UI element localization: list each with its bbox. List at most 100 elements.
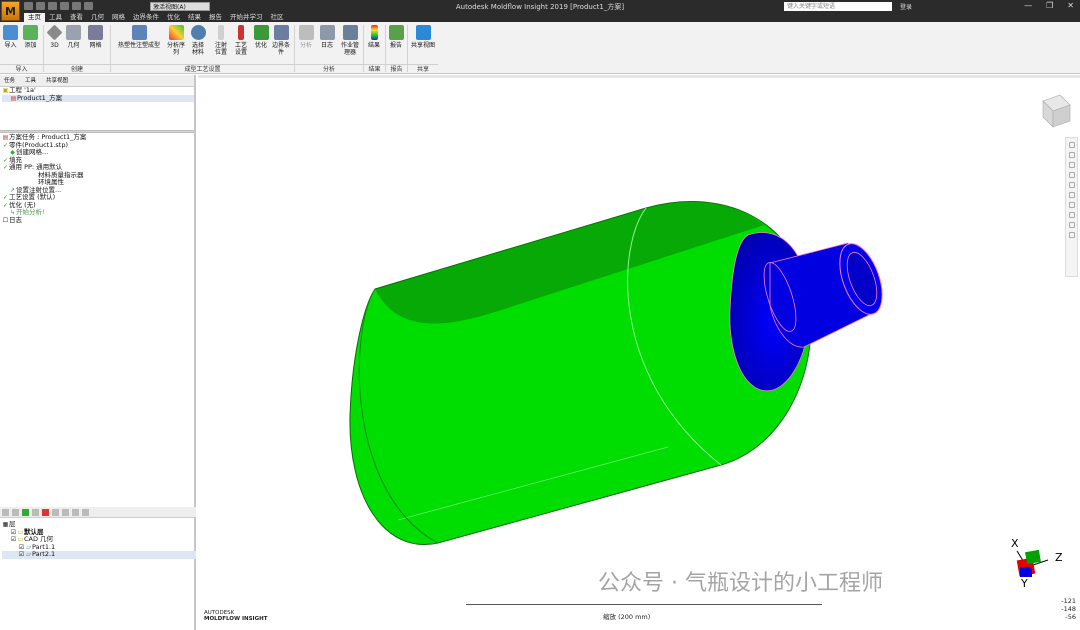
tab-view[interactable]: 查看 [66,13,87,22]
checkbox-checked-icon[interactable]: ☑ [10,536,17,544]
group-report: 报告 [386,64,407,74]
group-create: 创建 [44,64,110,74]
group-analysis: 分析 [295,64,363,74]
tab-home[interactable]: 主页 [24,13,45,22]
show-labels-icon[interactable] [72,508,79,516]
expand-layer-icon[interactable] [52,508,59,516]
project-tree: ▣ 工程 '1a' ▤ Product1_方案 [0,86,194,102]
tab-tools-panel[interactable]: 工具 [25,75,36,86]
group-import: 导入 [0,64,43,74]
analyze-button[interactable]: 分析 [298,25,314,49]
share-view-button[interactable]: 共享视图 [410,25,436,49]
tab-community[interactable]: 社区 [267,13,288,22]
measure-icon[interactable] [1068,232,1075,238]
task-material[interactable]: ✓ 通用 PP: 通用默认 [2,163,194,172]
remove-layer-icon[interactable] [42,508,49,516]
process-settings-icon [238,25,244,40]
tab-tools[interactable]: 工具 [45,13,66,22]
3d-button[interactable]: 3D [46,24,63,49]
brand-logo: AUTODESK MOLDFLOW INSIGHT [204,610,268,622]
mesh-icon [88,25,103,40]
scale-bar [466,595,822,605]
job-manager-button[interactable]: 作业管理器 [339,25,361,56]
checkbox-checked-icon[interactable]: ☑ [10,529,17,537]
new-layer-icon[interactable] [2,508,9,516]
import-button[interactable]: 导入 [3,25,18,49]
task-start-analysis[interactable]: ↳ 开始分析! [2,208,194,217]
task-create-mesh[interactable]: ◆ 创建网格... [2,148,194,157]
tab-geometry[interactable]: 几何 [87,13,108,22]
axis-x-label: X [1011,537,1019,550]
select-material-icon [190,25,206,40]
analysis-sequence-button[interactable]: 分析序列 [167,25,185,56]
folder-icon: ▭ [17,536,24,543]
select-material-button[interactable]: 选择材料 [190,25,206,56]
layer-part2[interactable]: ☑ ▱ Part2.1 [2,550,196,559]
application-menu-button[interactable]: M [1,1,20,21]
center-icon[interactable] [1068,212,1075,218]
check-icon: ✓ [2,141,9,149]
ribbon: 导入 添加 3D 几何 网格 热塑性注塑成型 分析序列 选择材料 注射位置 工艺… [0,22,1080,74]
tab-optimize[interactable]: 优化 [163,13,184,22]
tab-tasks[interactable]: 任务 [4,75,15,86]
axis-y-label: Y [1020,577,1028,590]
add-button[interactable]: 添加 [23,25,38,49]
activate-layer-icon[interactable] [22,508,29,516]
axis-triad: X Y Z [1011,537,1063,590]
tab-results[interactable]: 结果 [184,13,205,22]
tab-boundary[interactable]: 边界条件 [129,13,163,22]
zoom-all-icon[interactable] [1068,202,1075,208]
log-icon [319,25,335,40]
orbit-icon[interactable] [1068,162,1075,168]
report-icon [388,25,404,40]
watermark: 公众号 · 气瓶设计的小工程师 [598,571,883,596]
task-material-quality[interactable]: 材料质量指示器 [2,171,194,180]
steering-wheel-icon[interactable] [1068,142,1075,148]
view-cube[interactable] [1042,94,1071,128]
report-button[interactable]: 报告 [388,25,404,49]
zoom-window-icon[interactable] [1068,192,1075,198]
injection-location-button[interactable]: 注射位置 [213,25,229,56]
cylinder-model[interactable]: X Y Z [198,75,1080,630]
minimize-button[interactable]: — [1024,1,1032,10]
tab-shared-views[interactable]: 共享视图 [46,75,68,86]
fit-icon[interactable] [1068,222,1075,228]
molding-process-button[interactable]: 热塑性注塑成型 [116,25,162,49]
add-icon [23,25,38,40]
close-button[interactable]: ✕ [1067,1,1074,10]
part-icon: ▱ [26,551,31,558]
tab-mesh[interactable]: 网格 [108,13,129,22]
group-share: 共享 [408,64,438,74]
zoom-icon[interactable] [1068,182,1075,188]
maximize-button[interactable]: ❐ [1046,1,1053,10]
layer-properties-icon[interactable] [32,508,39,516]
checkbox-checked-icon[interactable]: ☑ [18,551,25,559]
boundary-conditions-button[interactable]: 边界条件 [272,25,290,56]
checkbox-checked-icon[interactable]: ☑ [18,544,25,552]
login-link[interactable]: 登录 [900,2,912,11]
tab-report[interactable]: 报告 [205,13,226,22]
study-node[interactable]: ▤ Product1_方案 [2,94,194,102]
geometry-button[interactable]: 几何 [66,25,81,49]
optimize-icon [253,25,269,40]
pan-icon[interactable] [1068,152,1075,158]
results-button[interactable]: 结果 [366,25,382,49]
results-icon [370,25,378,40]
analysis-sequence-icon [168,25,184,40]
study-icon: ▤ [2,134,9,141]
mesh-button[interactable]: 网格 [88,25,103,49]
process-settings-button[interactable]: 工艺设置 [233,25,249,56]
tab-learn[interactable]: 开始并学习 [226,13,267,22]
layer-display-icon[interactable] [82,508,89,516]
look-icon[interactable] [1068,172,1075,178]
assign-layer-icon[interactable] [62,508,69,516]
injection-location-icon [218,25,224,40]
search-input[interactable]: 键入关键字或短语 [784,2,892,11]
model-viewport[interactable]: X Y Z 公众号 · 气瓶设计的小工程师 缩放 (200 mm) -121 -… [198,75,1080,630]
layers-tree: ▦ 层 ☑ ▭ 默认层 ☑ ▭ CAD 几何 ☑ ▱ Part1.1 ☑ ▱ Part2.1 [0,520,196,559]
delete-layer-icon[interactable] [12,508,19,516]
log-button[interactable]: 日志 [319,25,335,49]
optimize-button[interactable]: 优化 [253,25,269,49]
window-title: Autodesk Moldflow Insight 2019 [Product1… [455,3,625,11]
task-log[interactable]: ☐ 日志 [2,216,194,225]
